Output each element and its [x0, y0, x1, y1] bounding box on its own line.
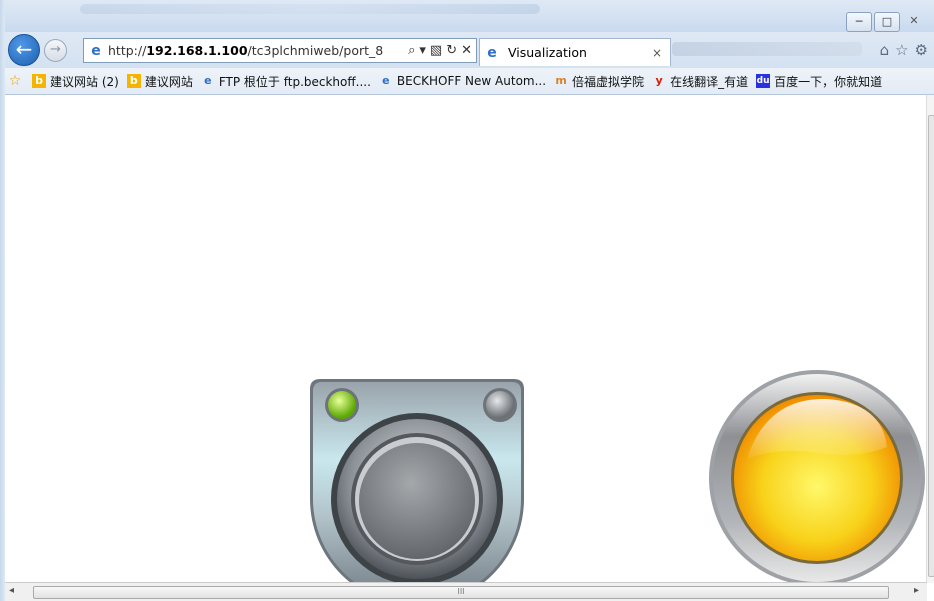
baidu-icon: du — [756, 74, 771, 88]
vertical-scrollbar[interactable] — [926, 95, 934, 583]
favorite-link[interactable]: e FTP 根位于 ftp.beckhoff.... — [201, 73, 371, 90]
ie-page-icon: e — [91, 42, 101, 59]
address-tools: ⌕ ▾ ▧ ↻ ✕ — [408, 43, 476, 58]
indicator-lamp — [709, 370, 925, 583]
push-button-cap[interactable] — [359, 443, 475, 559]
ie-page-icon: e — [382, 74, 390, 87]
window-controls: ─ □ ✕ — [846, 12, 926, 32]
ie-page-icon: e — [204, 74, 212, 87]
blurred-title-area — [80, 4, 540, 14]
browser-window: ─ □ ✕ ← → e http://192.168.1.100/tc3plch… — [0, 0, 934, 601]
navigation-bar: ← → e http://192.168.1.100/tc3plchmiweb/… — [0, 32, 934, 68]
favorites-add-icon[interactable]: ☆ — [8, 74, 26, 88]
favorites-star-icon[interactable]: ☆ — [895, 41, 908, 59]
title-bar: ─ □ ✕ — [0, 0, 934, 32]
scroll-right-arrow-icon[interactable]: ▸ — [914, 585, 919, 596]
close-window-button[interactable]: ✕ — [902, 12, 926, 30]
browser-tools: ⌂ ☆ ⚙ — [880, 41, 928, 59]
favorite-link[interactable]: b 建议网站 — [126, 73, 193, 90]
indicator-left-led — [328, 391, 356, 419]
page-viewport — [5, 95, 927, 583]
horizontal-scroll-thumb[interactable]: III — [33, 586, 889, 599]
youdao-icon: y — [655, 74, 663, 87]
favorite-link[interactable]: du 百度一下，你就知道 — [756, 73, 882, 90]
blurred-tabs-area — [672, 42, 862, 56]
favorite-link[interactable]: e BECKHOFF New Autom... — [379, 74, 546, 88]
push-button[interactable] — [310, 379, 524, 583]
back-button[interactable]: ← — [8, 34, 40, 66]
gear-icon[interactable]: ⚙ — [915, 41, 928, 59]
tab-title: Visualization — [508, 45, 587, 60]
vertical-scroll-thumb[interactable] — [928, 115, 934, 577]
url-host: 192.168.1.100 — [146, 43, 248, 58]
url-text[interactable]: http://192.168.1.100/tc3plchmiweb/port_8… — [108, 43, 383, 58]
url-path: /tc3plchmiweb/port_851/visu — [247, 43, 383, 58]
tab-visualization[interactable]: e Visualization × — [479, 38, 671, 66]
minimize-button[interactable]: ─ — [846, 12, 872, 32]
mooc-icon: m — [555, 74, 567, 87]
favorite-link[interactable]: m 倍福虚拟学院 — [554, 73, 644, 90]
tab-close-icon[interactable]: × — [652, 46, 662, 60]
maximize-button[interactable]: □ — [874, 12, 900, 32]
ie-page-icon: e — [487, 44, 497, 61]
favorite-link[interactable]: y 在线翻译_有道 — [652, 73, 748, 90]
favorites-bar: ☆ b 建议网站 (2) b 建议网站 e FTP 根位于 ftp.beckho… — [0, 68, 934, 95]
refresh-icon[interactable]: ↻ — [446, 43, 457, 58]
search-icon[interactable]: ⌕ — [408, 43, 415, 58]
bing-icon: b — [32, 74, 46, 88]
scroll-left-arrow-icon[interactable]: ◂ — [9, 585, 14, 596]
url-prefix: http:// — [108, 43, 147, 58]
indicator-right-led — [486, 391, 514, 419]
scroll-grip-icon: III — [457, 587, 465, 596]
address-bar[interactable]: e http://192.168.1.100/tc3plchmiweb/port… — [83, 38, 477, 63]
chevron-down-icon[interactable]: ▾ — [419, 43, 426, 58]
forward-button[interactable]: → — [44, 39, 67, 62]
compatibility-view-icon[interactable]: ▧ — [430, 43, 442, 58]
bing-icon: b — [126, 74, 141, 88]
home-icon[interactable]: ⌂ — [880, 41, 890, 59]
horizontal-scrollbar[interactable]: ◂ III ▸ — [5, 582, 927, 601]
stop-icon[interactable]: ✕ — [461, 43, 472, 58]
favorite-link[interactable]: b 建议网站 (2) — [32, 73, 119, 90]
